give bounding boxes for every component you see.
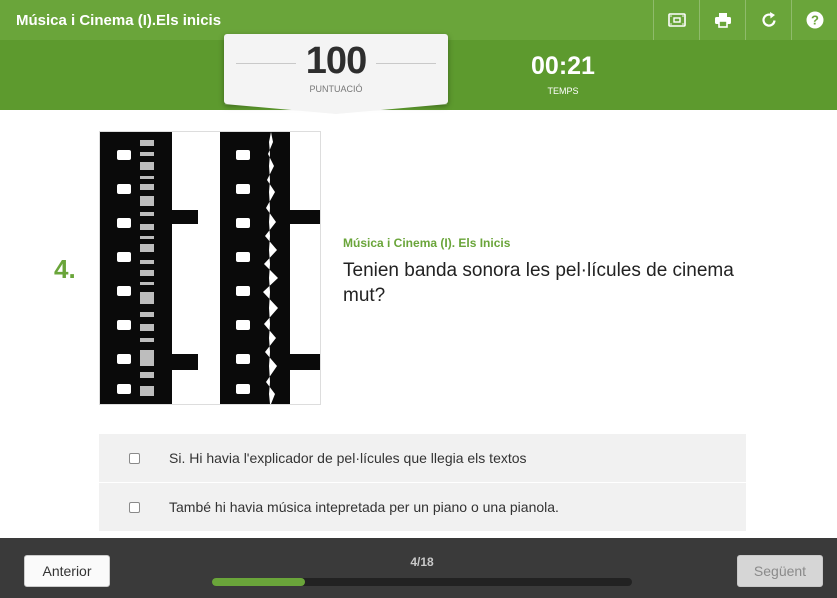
help-icon: ?	[806, 11, 823, 29]
question-image	[99, 131, 321, 405]
answer-option-2[interactable]: També hi havia música intepretada per un…	[99, 483, 746, 532]
fullscreen-button[interactable]	[653, 0, 699, 40]
answer-checkbox-2[interactable]	[129, 501, 140, 513]
score-label: PUNTUACIÓ	[309, 84, 363, 94]
question-number: 4.	[54, 254, 76, 284]
progress-label: 4/18	[410, 555, 434, 569]
film-soundtrack-strip-image	[100, 132, 320, 404]
score-card: 100 PUNTUACIÓ	[224, 34, 448, 114]
help-button[interactable]: ?	[791, 0, 837, 40]
print-button[interactable]	[699, 0, 745, 40]
footer-bar: Anterior 4/18 Següent	[0, 538, 837, 598]
svg-text:?: ?	[811, 13, 819, 28]
timer-value: 00:21	[531, 52, 595, 80]
question-text: Tenien banda sonora les pel·lícules de c…	[343, 260, 734, 306]
fullscreen-icon	[667, 13, 686, 27]
question-category: Música i Cinema (I). Els Inicis	[343, 236, 511, 250]
answer-text-1: Si. Hi havia l'explicador de pel·lícules…	[169, 450, 527, 466]
next-button[interactable]: Següent	[737, 555, 823, 587]
print-icon	[714, 13, 731, 28]
restart-button[interactable]	[745, 0, 791, 40]
score-value: 100	[305, 40, 367, 82]
progress-bar	[212, 578, 632, 586]
answer-text-2: També hi havia música intepretada per un…	[169, 499, 559, 515]
answer-list: Si. Hi havia l'explicador de pel·lícules…	[99, 434, 746, 532]
timer-label: TEMPS	[547, 86, 579, 96]
restart-icon	[761, 12, 776, 27]
app-title: Música i Cinema (I).Els inicis	[16, 11, 222, 29]
previous-button[interactable]: Anterior	[24, 555, 110, 587]
answer-checkbox-1[interactable]	[129, 452, 140, 464]
answer-option-1[interactable]: Si. Hi havia l'explicador de pel·lícules…	[99, 434, 746, 483]
progress-fill	[212, 578, 306, 586]
